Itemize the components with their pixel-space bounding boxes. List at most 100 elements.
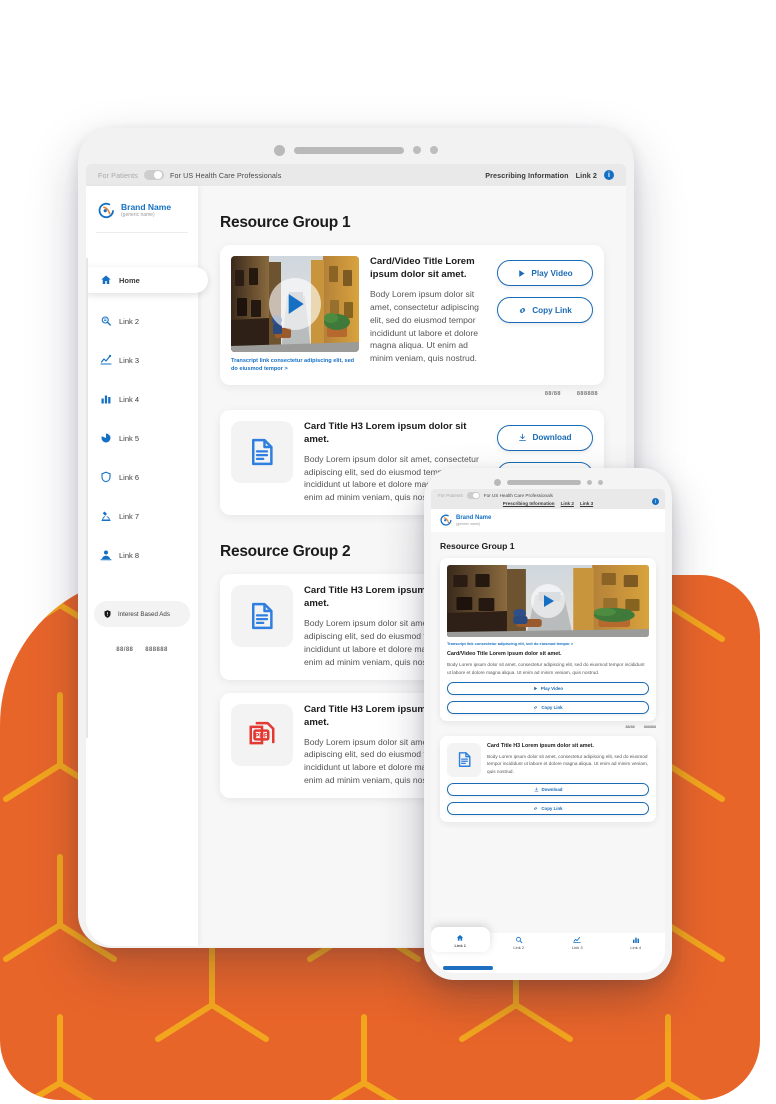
copy-link-button[interactable]: Copy Link <box>497 297 593 323</box>
play-video-button[interactable]: Play Video <box>497 260 593 286</box>
interest-based-ads-button[interactable]: Interest Based Ads <box>94 601 190 627</box>
video-thumbnail[interactable] <box>231 256 359 352</box>
sidebar-item-link-8[interactable]: Link 8 <box>86 544 198 566</box>
phone-main-content: Resource Group 1 Transcript link consect… <box>431 532 665 933</box>
phone-document-card-head: Card Title H3 Lorem ipsum dolor sit amet… <box>447 742 649 777</box>
for-patients-label[interactable]: For Patients <box>438 493 463 498</box>
svg-text:PDF: PDF <box>255 732 268 739</box>
video-card[interactable]: Transcript link consectetur adipiscing e… <box>220 245 604 385</box>
card-title: Card Title H3 Lorem ipsum dolor sit amet… <box>304 420 467 445</box>
phone-transcript-link[interactable]: Transcript link consectetur adipiscing e… <box>447 641 649 646</box>
home-indicator-bar <box>443 966 493 970</box>
phone-play-video-button[interactable]: Play Video <box>447 681 649 695</box>
microscope-icon <box>101 511 111 521</box>
sidebar-item-label: Link 4 <box>119 394 140 404</box>
sidebar: Brand Name (generic name) Home Link 2 Li… <box>86 186 208 946</box>
phone-tab-link-4[interactable]: Link 4 <box>607 936 666 950</box>
phone-audience-toggle-group[interactable]: For Patients For US Health Care Professi… <box>438 492 658 499</box>
phone-card-body: Body Lorem ipsum dolor sit amet, consect… <box>447 662 645 675</box>
sensor-dot-icon <box>597 479 603 485</box>
sidebar-item-link-4[interactable]: Link 4 <box>86 388 198 410</box>
toggle-knob-icon <box>153 171 162 179</box>
for-hcp-label[interactable]: For US Health Care Professionals <box>170 171 281 180</box>
phone-tab-link-3[interactable]: Link 3 <box>548 936 607 950</box>
brand-name: Brand Name <box>456 515 492 522</box>
sidebar-item-link-6[interactable]: Link 6 <box>86 466 198 488</box>
info-badge-icon[interactable]: i <box>604 170 614 180</box>
download-label: Download <box>532 433 572 443</box>
person-icon <box>100 550 112 561</box>
phone-device-mockup: For Patients For US Health Care Professi… <box>424 468 672 980</box>
phone-document-card[interactable]: Card Title H3 Lorem ipsum dolor sit amet… <box>440 735 656 822</box>
phone-card-body: Body Lorem ipsum dolor sit amet, consect… <box>487 754 649 774</box>
video-card-text: Card/Video Title Lorem ipsum dolor sit a… <box>370 256 486 374</box>
phone-tab-label: Link 4 <box>630 945 642 950</box>
magnifier-icon <box>515 936 523 944</box>
document-icon <box>252 603 273 630</box>
phone-brand-logo[interactable]: Brand Name (generic name) <box>431 509 665 532</box>
pie-chart-icon <box>101 433 111 443</box>
card-meta-code: 888888 <box>576 390 598 397</box>
sensor-dot-icon <box>586 479 592 485</box>
pdf-icon: PDF <box>249 721 275 745</box>
speaker-grill-icon <box>506 479 581 485</box>
sidebar-item-link-7[interactable]: Link 7 <box>86 505 198 527</box>
brand-generic-name: (generic name) <box>121 212 155 219</box>
sidebar-item-label: Link 6 <box>119 472 140 482</box>
phone-tab-bar: Link 1 Link 2 Link 3 Link 4 <box>431 927 666 963</box>
for-hcp-label[interactable]: For US Health Care Professionals <box>484 493 553 498</box>
prescribing-information-link[interactable]: Prescribing Information <box>503 501 555 506</box>
sidebar-item-link-5[interactable]: Link 5 <box>86 427 198 449</box>
utility-link-2[interactable]: Link 2 <box>561 501 574 506</box>
for-patients-label[interactable]: For Patients <box>98 171 138 180</box>
sensor-dot-icon <box>413 146 421 154</box>
phone-download-button[interactable]: Download <box>447 782 649 796</box>
home-icon <box>457 935 464 941</box>
sidebar-footer: 88/88 888888 <box>86 647 198 653</box>
home-icon <box>101 275 111 284</box>
shield-icon <box>101 471 111 483</box>
tablet-camera-bar <box>86 136 626 164</box>
phone-copy-link-button[interactable]: Copy Link <box>447 700 649 714</box>
sidebar-item-link-2[interactable]: Link 2 <box>86 310 198 332</box>
magnifier-icon <box>101 316 111 326</box>
sidebar-item-link-3[interactable]: Link 3 <box>86 349 198 371</box>
phone-card-meta-code: 888888 <box>643 724 656 729</box>
utility-link-3[interactable]: Link 3 <box>580 501 593 506</box>
play-icon[interactable] <box>288 294 304 314</box>
copy-link-label: Copy Link <box>532 305 572 315</box>
download-button[interactable]: Download <box>497 424 593 451</box>
speaker-grill-icon <box>294 146 404 154</box>
brand-generic-name: (generic name) <box>456 521 481 526</box>
phone-tab-link-1[interactable]: Link 1 <box>431 927 490 952</box>
resource-group-1-title: Resource Group 1 <box>220 214 351 231</box>
phone-utility-bar: For Patients For US Health Care Professi… <box>431 489 665 509</box>
brand-swirl-icon <box>440 514 452 526</box>
sidebar-divider <box>96 232 188 233</box>
phone-copy-link-button[interactable]: Copy Link <box>447 801 649 815</box>
audience-toggle[interactable] <box>466 492 480 499</box>
audience-toggle-group[interactable]: For Patients For US Health Care Professi… <box>98 170 281 180</box>
phone-video-thumbnail[interactable] <box>447 565 649 637</box>
play-icon[interactable] <box>544 595 554 607</box>
line-chart-icon <box>100 354 112 365</box>
phone-camera-bar <box>431 475 665 489</box>
info-badge-icon[interactable]: i <box>652 498 659 505</box>
phone-resource-group-title: Resource Group 1 <box>440 541 515 551</box>
camera-dot-icon <box>274 144 285 156</box>
sidebar-nav: Home Link 2 Link 3 Link 4 Link 5 Link 6 … <box>86 267 208 583</box>
brand-logo[interactable]: Brand Name (generic name) <box>86 198 198 220</box>
phone-tab-link-2[interactable]: Link 2 <box>490 936 549 950</box>
transcript-link[interactable]: Transcript link consectetur adipiscing e… <box>231 357 359 374</box>
document-icon <box>252 438 273 465</box>
phone-screen: For Patients For US Health Care Professi… <box>431 489 665 973</box>
sidebar-item-home[interactable]: Home <box>86 267 208 293</box>
phone-play-video-label: Play Video <box>540 685 564 691</box>
prescribing-information-link[interactable]: Prescribing Information <box>485 171 568 180</box>
brand-swirl-icon <box>98 202 114 219</box>
phone-card-title: Card/Video Title Lorem ipsum dolor sit a… <box>447 651 562 657</box>
utility-link-2[interactable]: Link 2 <box>576 171 597 180</box>
audience-toggle[interactable] <box>143 170 164 180</box>
phone-video-card[interactable]: Transcript link consectetur adipiscing e… <box>440 558 656 721</box>
document-icon-tile <box>231 585 293 648</box>
